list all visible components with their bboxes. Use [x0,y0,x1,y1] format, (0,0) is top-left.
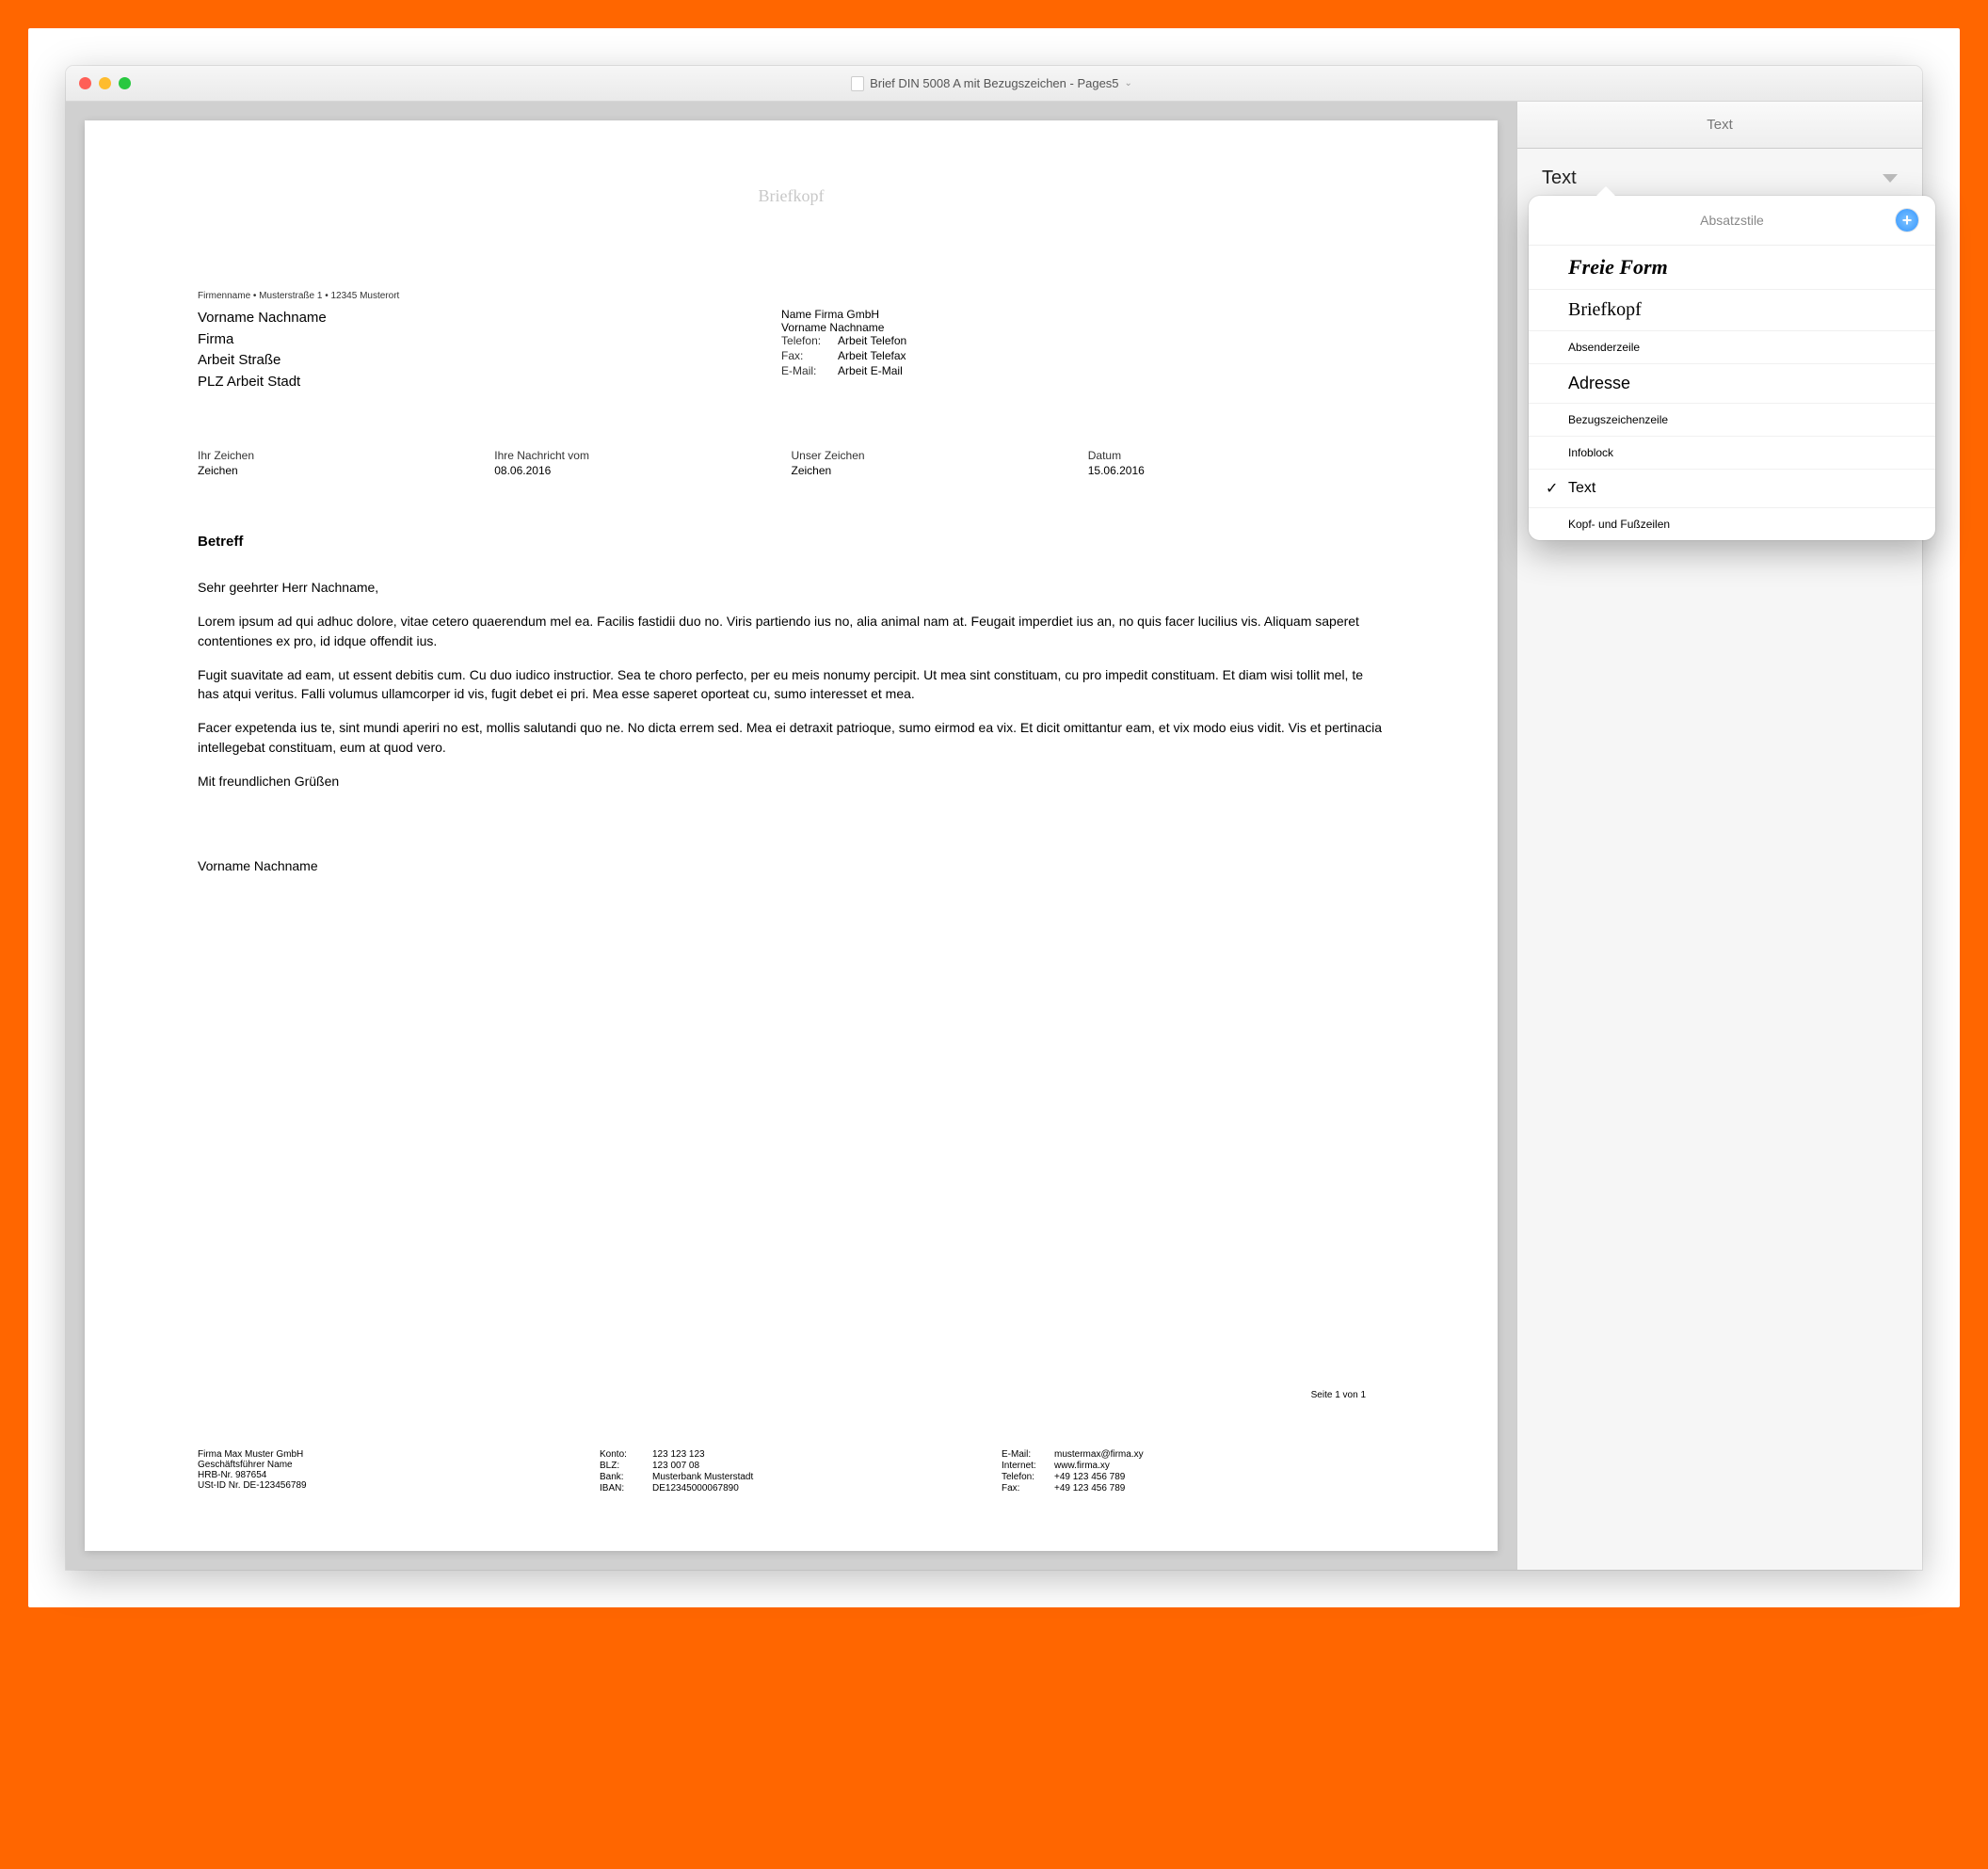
style-bezugszeichenzeile[interactable]: Bezugszeichenzeile [1529,404,1935,437]
info-tel-label: Telefon: [781,334,838,347]
ref1-value: Zeichen [198,464,494,477]
chevron-down-icon[interactable]: ⌄ [1125,78,1132,88]
style-freie-form[interactable]: Freie Form [1529,246,1935,290]
footer-konto-v: 123 123 123 [652,1449,705,1460]
footer-hrb: HRB-Nr. 987654 [198,1470,581,1480]
info-fax-value: Arbeit Telefax [838,349,906,362]
minimize-icon[interactable] [99,77,111,89]
addr-company: Firma [198,329,744,351]
footer-tel-l: Telefon: [1002,1472,1054,1482]
footer-company: Firma Max Muster GmbH [198,1449,581,1460]
addr-city: PLZ Arbeit Stadt [198,372,744,393]
footer-ustid: USt-ID Nr. DE-123456789 [198,1480,581,1491]
style-adresse[interactable]: Adresse [1529,364,1935,404]
briefkopf-placeholder: Briefkopf [198,186,1385,206]
info-mail-label: E-Mail: [781,364,838,377]
paragraph-2: Fugit suavitate ad eam, ut essent debiti… [198,665,1385,704]
style-kopf-fusszeilen[interactable]: Kopf- und Fußzeilen [1529,508,1935,540]
footer-blz-v: 123 007 08 [652,1461,699,1471]
style-text[interactable]: ✓Text [1529,470,1935,508]
salutation: Sehr geehrter Herr Nachname, [198,578,1385,597]
window-title: Brief DIN 5008 A mit Bezugszeichen - Pag… [870,76,1118,90]
ref4-value: 15.06.2016 [1088,464,1385,477]
info-fax-label: Fax: [781,349,838,362]
chevron-down-icon [1883,174,1898,183]
footer-mail-v: mustermax@firma.xy [1054,1449,1144,1460]
add-style-button[interactable]: + [1896,209,1918,232]
recipient-address: Vorname Nachname Firma Arbeit Straße PLZ… [198,308,744,392]
info-company: Name Firma GmbH [781,308,1385,321]
info-person: Vorname Nachname [781,321,1385,334]
footer-ceo: Geschäftsführer Name [198,1460,581,1470]
style-absenderzeile[interactable]: Absenderzeile [1529,331,1935,364]
page: Briefkopf Firmenname • Musterstraße 1 • … [85,120,1498,1551]
inspector-panel: Text Text Ausrichtung ⇤ ⇥ [1517,102,1922,1570]
popover-title: Absatzstile [1568,213,1896,228]
footer-web-l: Internet: [1002,1461,1054,1471]
footer-iban-v: DE12345000067890 [652,1483,739,1494]
ref3-label: Unser Zeichen [792,449,1088,462]
ref2-label: Ihre Nachricht vom [494,449,791,462]
titlebar: Brief DIN 5008 A mit Bezugszeichen - Pag… [66,66,1922,102]
footer-konto-l: Konto: [600,1449,652,1460]
style-infoblock[interactable]: Infoblock [1529,437,1935,470]
footer-tel-v: +49 123 456 789 [1054,1472,1125,1482]
addr-street: Arbeit Straße [198,350,744,372]
footer-fax-l: Fax: [1002,1483,1054,1494]
footer-bank-l: Bank: [600,1472,652,1482]
closing: Mit freundlichen Grüßen [198,772,1385,791]
footer-mail-l: E-Mail: [1002,1449,1054,1460]
paragraph-3: Facer expetenda ius te, sint mundi aperi… [198,718,1385,757]
paragraph-1: Lorem ipsum ad qui adhuc dolore, vitae c… [198,612,1385,650]
signature: Vorname Nachname [198,856,1385,875]
letter-body: Sehr geehrter Herr Nachname, Lorem ipsum… [198,578,1385,876]
addr-name: Vorname Nachname [198,308,744,329]
zoom-icon[interactable] [119,77,131,89]
sender-line: Firmenname • Musterstraße 1 • 12345 Must… [198,291,1385,302]
document-icon [851,76,864,91]
footer-bank-v: Musterbank Musterstadt [652,1472,753,1482]
app-window: Brief DIN 5008 A mit Bezugszeichen - Pag… [66,66,1922,1570]
page-number: Seite 1 von 1 [1311,1390,1366,1400]
close-icon[interactable] [79,77,91,89]
paragraph-styles-popover: Absatzstile + Freie Form Briefkopf Absen… [1529,196,1935,540]
footer: Firma Max Muster GmbH Geschäftsführer Na… [198,1449,1385,1494]
checkmark-icon: ✓ [1546,479,1561,498]
ref4-label: Datum [1088,449,1385,462]
subject: Betreff [198,534,1385,550]
ref3-value: Zeichen [792,464,1088,477]
reference-row: Ihr Zeichen Zeichen Ihre Nachricht vom 08.… [198,449,1385,477]
info-tel-value: Arbeit Telefon [838,334,906,347]
footer-iban-l: IBAN: [600,1483,652,1494]
document-canvas[interactable]: Briefkopf Firmenname • Musterstraße 1 • … [66,102,1517,1570]
footer-fax-v: +49 123 456 789 [1054,1483,1125,1494]
style-briefkopf[interactable]: Briefkopf [1529,290,1935,331]
ref2-value: 08.06.2016 [494,464,791,477]
footer-blz-l: BLZ: [600,1461,652,1471]
sender-infoblock: Name Firma GmbH Vorname Nachname Telefon… [781,308,1385,392]
current-style-label: Text [1542,168,1577,189]
footer-web-v: www.firma.xy [1054,1461,1110,1471]
inspector-tab-text[interactable]: Text [1517,102,1922,149]
ref1-label: Ihr Zeichen [198,449,494,462]
info-mail-value: Arbeit E-Mail [838,364,903,377]
